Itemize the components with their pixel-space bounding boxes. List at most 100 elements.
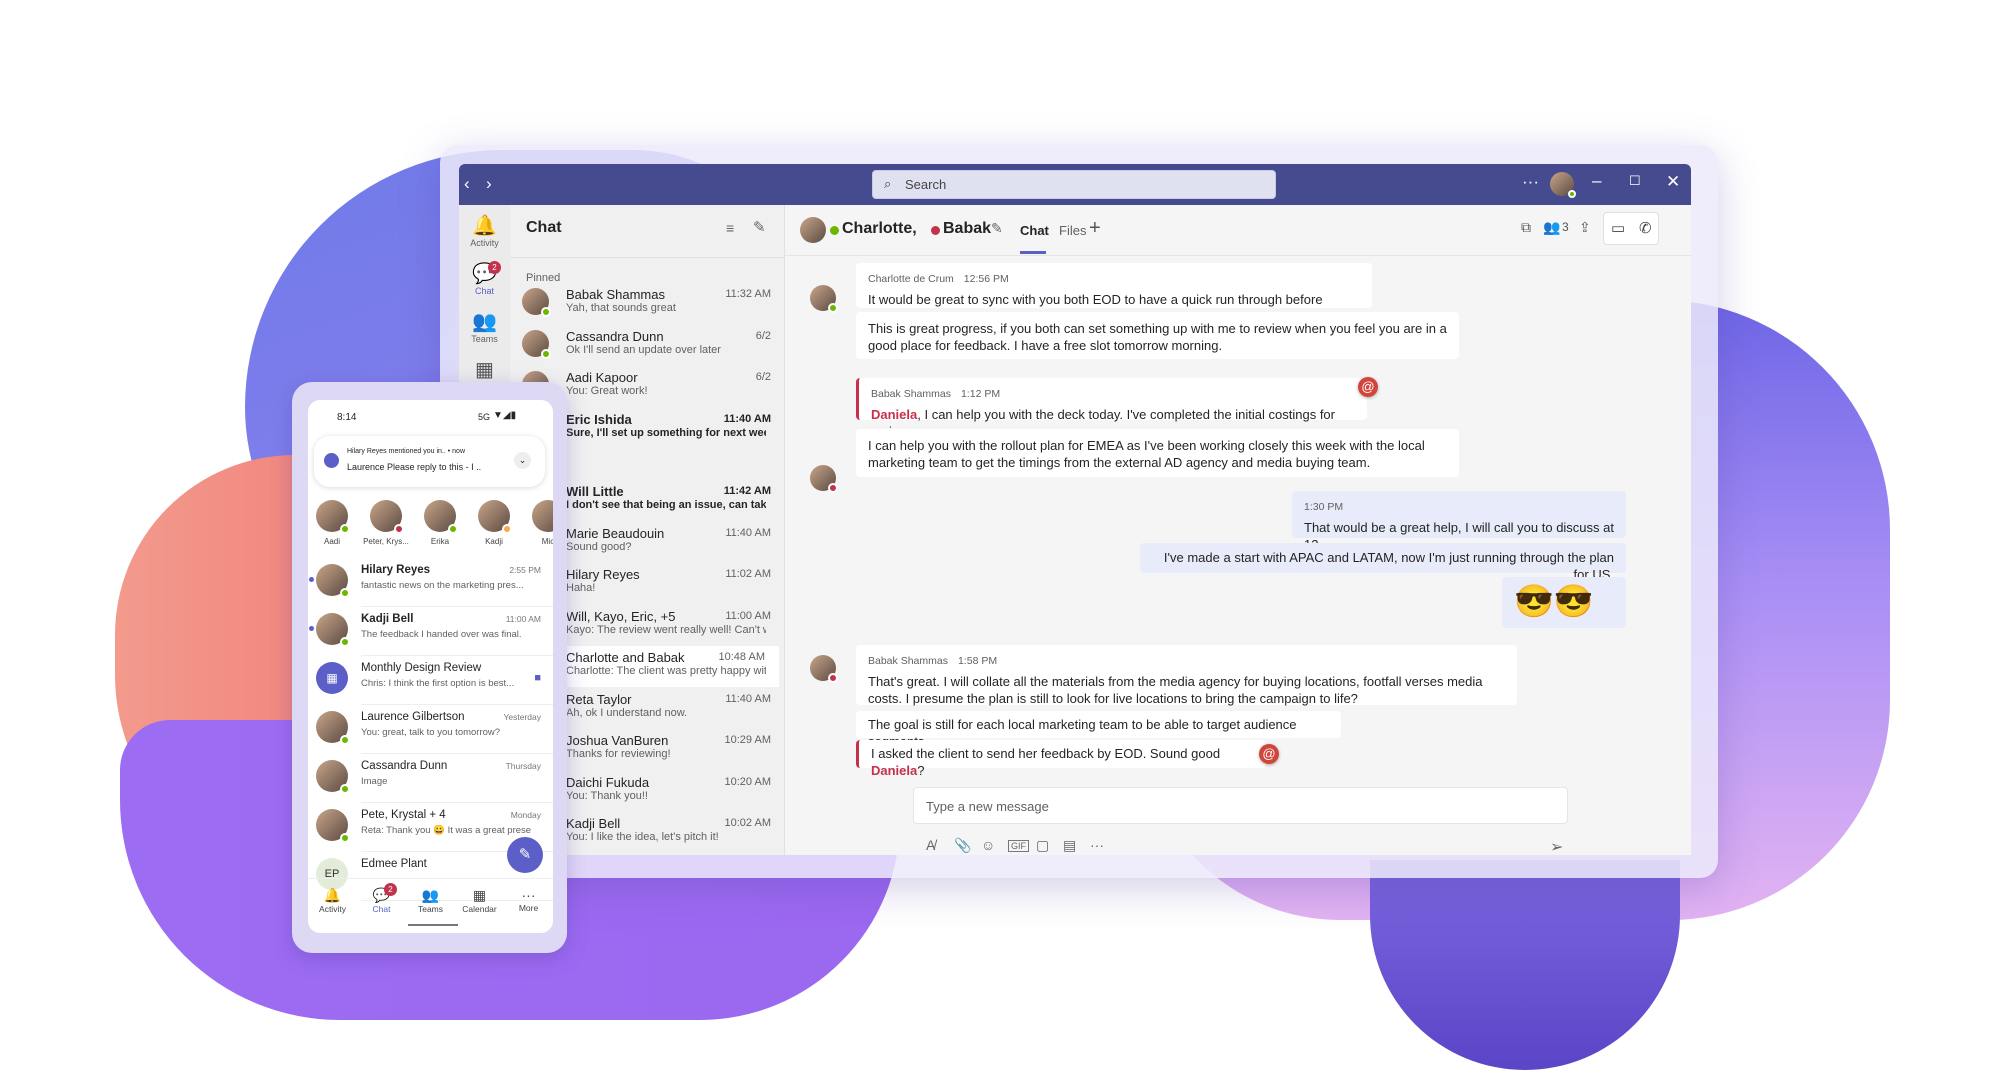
- mobile-nav-more[interactable]: ··· More: [504, 887, 553, 913]
- divider: [308, 878, 553, 879]
- contact-avatar[interactable]: [532, 500, 553, 532]
- search-input[interactable]: ⌕ Search: [872, 170, 1276, 199]
- mobile-nav-teams[interactable]: 👥 Teams: [406, 887, 455, 914]
- home-indicator: [408, 924, 458, 926]
- audio-call-icon[interactable]: ✆: [1639, 219, 1652, 237]
- attach-icon[interactable]: 📎: [954, 837, 971, 854]
- contact-avatar[interactable]: [370, 500, 404, 534]
- rail-item-teams[interactable]: 👥 Teams: [459, 309, 510, 344]
- chat-time: 11:40 AM: [725, 526, 771, 539]
- chat-name: Cassandra Dunn: [361, 760, 448, 772]
- share-icon[interactable]: ⇪: [1579, 219, 1591, 236]
- chat-name: Reta Taylor: [566, 691, 632, 707]
- new-chat-button[interactable]: ✎: [507, 837, 543, 873]
- video-call-icon[interactable]: ▭: [1611, 219, 1625, 237]
- avatar: [810, 465, 838, 493]
- rail-item-activity[interactable]: 🔔 Activity: [459, 213, 510, 248]
- chat-preview: Sure, I'll set up something for next wee…: [566, 426, 766, 439]
- minimize-icon[interactable]: –: [1592, 171, 1601, 191]
- more-icon[interactable]: ···: [1522, 172, 1539, 192]
- chat-list-item[interactable]: Cassandra Dunn Ok I'll send an update ove…: [510, 325, 785, 366]
- avatar: [810, 285, 838, 313]
- message-time: 1:12 PM: [960, 388, 1001, 400]
- mobile-chat-item[interactable]: Laurence Gilbertson You: great, talk to y…: [308, 705, 553, 754]
- pop-out-icon[interactable]: ⧉: [1521, 219, 1531, 236]
- schedule-meeting-icon[interactable]: ▤: [1063, 837, 1076, 854]
- chat-preview: Image: [361, 776, 388, 787]
- add-tab-icon[interactable]: +: [1089, 217, 1101, 240]
- unread-dot: [309, 577, 314, 582]
- chat-name: Kadji Bell: [361, 613, 414, 625]
- message-sender: Babak Shammas: [871, 388, 951, 400]
- notification[interactable]: Hilary Reyes mentioned you in.. • now La…: [314, 436, 545, 487]
- rail-label: Teams: [471, 334, 498, 344]
- mention[interactable]: Daniela: [871, 763, 917, 778]
- chat-time: 11:00 AM: [505, 614, 541, 624]
- gif-icon[interactable]: GIF: [1008, 840, 1029, 852]
- send-icon[interactable]: ➢: [1550, 837, 1563, 855]
- more-options-icon[interactable]: ···: [1090, 837, 1104, 853]
- mobile-chat-item[interactable]: Cassandra Dunn Image Thursday: [308, 754, 553, 803]
- rail-label: Chat: [474, 286, 494, 296]
- sticker-icon[interactable]: ▢: [1036, 837, 1049, 854]
- chat-name: Babak Shammas: [566, 287, 665, 302]
- avatar: [522, 329, 551, 359]
- notification-body: Laurence Please reply to this - I ..: [347, 462, 482, 472]
- close-icon[interactable]: ✕: [1666, 172, 1680, 192]
- message-text: ?: [917, 763, 925, 778]
- chat-name: Hilary Reyes: [566, 567, 640, 582]
- title-bar: ‹ › ⌕ Search ··· – ☐ ✕: [459, 164, 1691, 205]
- format-icon[interactable]: A̸: [926, 837, 935, 853]
- chat-preview: Kayo: The review went really well! Can't…: [566, 623, 766, 636]
- avatar: [316, 809, 350, 843]
- participant-count: 3: [1562, 220, 1569, 234]
- meeting-icon: ▦: [316, 662, 348, 694]
- chat-list-item[interactable]: Babak Shammas Yah, that sounds great 11:32…: [510, 283, 785, 324]
- chat-time: Yesterday: [503, 712, 542, 722]
- tab-chat[interactable]: Chat: [1020, 223, 1049, 238]
- maximize-icon[interactable]: ☐: [1629, 173, 1641, 189]
- contact-name: Mic: [541, 537, 553, 546]
- tab-files[interactable]: Files: [1059, 223, 1086, 238]
- chat-time: 6/2: [755, 329, 771, 342]
- divider: [510, 257, 785, 258]
- mention[interactable]: Daniela: [871, 407, 917, 422]
- new-chat-icon[interactable]: ✎: [753, 218, 766, 236]
- mobile-nav-calendar[interactable]: ▦ Calendar: [455, 887, 504, 914]
- mobile-nav-activity[interactable]: 🔔 Activity: [308, 887, 357, 914]
- group-avatar: [800, 217, 826, 243]
- contact-avatar[interactable]: [478, 500, 512, 534]
- edit-icon[interactable]: ✎: [991, 220, 1003, 237]
- mobile-nav-chat[interactable]: 💬 Chat 2: [357, 883, 406, 914]
- emoji-icon[interactable]: ☺: [981, 837, 995, 853]
- contact-avatar[interactable]: [316, 500, 350, 534]
- chat-preview: Chris: I think the first option is best.…: [361, 678, 515, 689]
- message-time: 1:30 PM: [1304, 501, 1344, 513]
- contact-name: Peter, Krys...: [363, 537, 409, 546]
- back-icon[interactable]: ‹: [464, 174, 470, 194]
- chat-preview: You: Great work!: [566, 385, 648, 397]
- rail-item-calendar[interactable]: ▦: [459, 357, 510, 382]
- chat-time: 10:20 AM: [724, 775, 771, 788]
- avatar: [810, 655, 838, 683]
- chat-name: Aadi Kapoor: [566, 370, 638, 385]
- filter-icon[interactable]: ≡: [726, 220, 734, 236]
- forward-icon[interactable]: ›: [486, 174, 492, 194]
- mention-icon: @: [1358, 377, 1378, 397]
- expand-chevron-icon[interactable]: ⌄: [514, 452, 531, 469]
- chat-name: Charlotte and Babak: [566, 650, 685, 665]
- contact-avatar[interactable]: [424, 500, 458, 534]
- message-input[interactable]: Type a new message: [913, 787, 1568, 824]
- mobile-chat-item[interactable]: ▦ Monthly Design Review Chris: I think the…: [308, 656, 553, 705]
- calendar-icon: ▦: [472, 887, 487, 903]
- avatar[interactable]: [1550, 172, 1576, 198]
- chat-name: Will Little: [566, 484, 624, 499]
- compose-placeholder: Type a new message: [926, 799, 1049, 814]
- my-message: I've made a start with APAC and LATAM, n…: [1140, 543, 1626, 582]
- mobile-chat-item[interactable]: Kadji Bell The feedback I handed over was…: [308, 607, 553, 656]
- chat-name: Daichi Fukuda: [566, 774, 650, 790]
- message: Charlotte de Crum 12:56 PM It would be gr…: [856, 263, 1372, 324]
- mobile-chat-item[interactable]: Hilary Reyes fantastic news on the market…: [308, 558, 553, 607]
- rail-item-chat[interactable]: 💬 Chat 2: [459, 261, 510, 296]
- participants-icon[interactable]: 👥: [1543, 219, 1560, 236]
